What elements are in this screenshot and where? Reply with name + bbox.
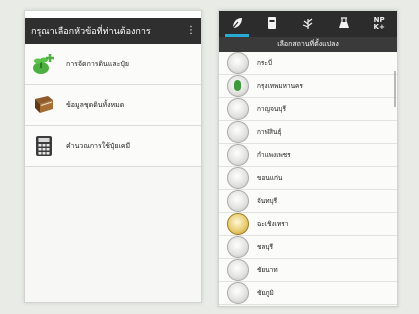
main-menu-screen: กรุณาเลือกหัวข้อที่ท่านต้องการ ⋮ การจัดก…: [24, 10, 202, 303]
province-seal-icon: [227, 259, 249, 281]
menu-item-soil-fertilizer[interactable]: การจัดการดินและปุ๋ย: [25, 44, 201, 85]
province-name: ชลบุรี: [257, 243, 274, 251]
tab-fertilizer[interactable]: [255, 11, 291, 37]
menu-item-label: การจัดการดินและปุ๋ย: [66, 59, 129, 68]
tab-npk[interactable]: NP K+: [361, 11, 397, 37]
province-seal-icon: [227, 75, 249, 97]
status-bar: [25, 11, 201, 18]
menu-item-label: คำนวณการใช้ปุ๋ยเคมี: [66, 141, 131, 150]
list-item[interactable]: กำแพงเพชร: [219, 144, 397, 167]
app-bar: กรุณาเลือกหัวข้อที่ท่านต้องการ ⋮: [25, 18, 201, 44]
province-name: ขอนแก่น: [257, 174, 283, 182]
tab-crop[interactable]: [290, 11, 326, 37]
list-item[interactable]: กาญจนบุรี: [219, 98, 397, 121]
sack-icon: [266, 16, 278, 33]
page-title: กรุณาเลือกหัวข้อที่ท่านต้องการ: [31, 27, 151, 37]
list-item[interactable]: ฉะเชิงเทรา: [219, 213, 397, 236]
province-seal-icon: [227, 282, 249, 304]
list-item[interactable]: ขอนแก่น: [219, 167, 397, 190]
tab-location[interactable]: [219, 11, 255, 37]
overflow-menu-icon[interactable]: ⋮: [186, 26, 196, 36]
npk-icon: NP K+: [373, 16, 385, 31]
province-list: กระบี่ กรุงเทพมหานคร กาญจนบุรี กาฬสินธุ์…: [219, 52, 397, 305]
tab-bar: NP K+: [219, 11, 397, 37]
list-item[interactable]: ชลบุรี: [219, 236, 397, 259]
province-seal-icon: [227, 236, 249, 258]
menu-item-soil-series[interactable]: ข้อมูลชุดดินทั้งหมด: [25, 85, 201, 126]
province-seal-icon: [227, 121, 249, 143]
list-subtitle: เลือกสถานที่ตั้งแปลง: [219, 37, 397, 52]
province-name: กระบี่: [257, 59, 273, 67]
province-seal-icon: [227, 52, 249, 74]
list-item[interactable]: กระบี่: [219, 52, 397, 75]
list-item[interactable]: ชัยภูมิ: [219, 282, 397, 305]
calculator-icon: [32, 134, 56, 158]
province-select-screen: NP K+ เลือกสถานที่ตั้งแปลง กระบี่ กรุงเท…: [218, 10, 398, 307]
province-name: กำแพงเพชร: [257, 151, 291, 159]
list-item[interactable]: จันทบุรี: [219, 190, 397, 213]
province-seal-icon: [227, 98, 249, 120]
province-name: ฉะเชิงเทรา: [257, 220, 289, 228]
province-name: กาฬสินธุ์: [257, 128, 282, 136]
scrollbar[interactable]: [394, 71, 396, 107]
province-name: ชัยนาท: [257, 266, 278, 274]
rice-plant-icon: [301, 16, 315, 33]
book-icon: [32, 93, 56, 117]
province-name: ชัยภูมิ: [257, 289, 274, 297]
tab-soil-test[interactable]: [326, 11, 362, 37]
province-seal-icon: [227, 144, 249, 166]
menu-item-label: ข้อมูลชุดดินทั้งหมด: [66, 100, 125, 109]
soil-test-icon: [337, 16, 351, 33]
province-seal-icon: [227, 190, 249, 212]
menu-item-fertilizer-calculator[interactable]: คำนวณการใช้ปุ๋ยเคมี: [25, 126, 201, 167]
list-item[interactable]: กาฬสินธุ์: [219, 121, 397, 144]
province-name: กรุงเทพมหานคร: [257, 82, 303, 90]
leaf-map-icon: [230, 16, 244, 33]
province-name: กาญจนบุรี: [257, 105, 286, 113]
list-item[interactable]: ชัยนาท: [219, 259, 397, 282]
province-seal-icon: [227, 167, 249, 189]
plant-fertilizer-icon: [32, 52, 56, 76]
list-item[interactable]: กรุงเทพมหานคร: [219, 75, 397, 98]
province-name: จันทบุรี: [257, 197, 278, 205]
province-seal-icon: [227, 213, 249, 235]
